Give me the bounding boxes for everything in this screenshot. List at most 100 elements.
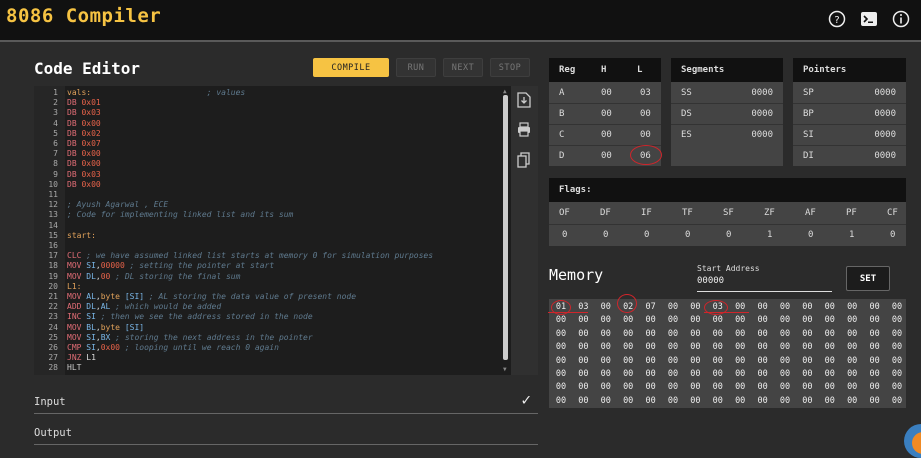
code-token: byte <box>100 292 120 301</box>
register-name: C <box>559 130 565 140</box>
scroll-up-arrow-icon[interactable]: ▲ <box>503 88 507 95</box>
memory-cell: 00 <box>869 355 880 366</box>
memory-cell: 00 <box>645 315 656 326</box>
memory-cell: 00 <box>802 369 813 379</box>
pointers-name: DI <box>803 151 814 161</box>
code-text: DB 0x00 <box>67 119 101 129</box>
row-divider <box>549 103 661 104</box>
input-section[interactable]: Input ✓ <box>34 390 538 414</box>
terminal-icon[interactable] <box>859 9 879 29</box>
editor-scrollbar[interactable]: ▲ ▼ <box>500 86 511 375</box>
next-button[interactable]: NEXT <box>443 58 483 77</box>
memory-cell: 00 <box>578 382 589 393</box>
copy-icon[interactable] <box>517 152 531 168</box>
code-editor[interactable]: 1 vals: ; values 2 DB 0x01 3 DB 0x03 4 DB 0x00 5… <box>34 86 511 375</box>
code-token: 0x01 <box>81 98 101 108</box>
line-number: 7 <box>53 149 58 159</box>
code-text: DB 0x03 <box>67 170 101 180</box>
start-address-input[interactable]: 00000 <box>697 276 832 292</box>
code-editor-title: Code Editor <box>34 59 140 78</box>
memory-cell: 00 <box>600 302 611 312</box>
memory-cell: 00 <box>869 315 880 326</box>
code-text: MOV SI,00000 ; setting the pointer at st… <box>67 261 274 271</box>
compile-button[interactable]: COMPILE <box>313 58 389 77</box>
memory-cell: 00 <box>578 342 589 353</box>
memory-cell: 00 <box>645 342 656 353</box>
set-button[interactable]: SET <box>846 266 890 291</box>
code-token: DB <box>67 159 82 169</box>
memory-cell: 00 <box>757 355 768 366</box>
memory-cell: 00 <box>891 355 903 366</box>
code-token: SI <box>86 343 96 352</box>
code-token: DB <box>67 128 82 138</box>
memory-cell: 00 <box>645 355 656 366</box>
output-section[interactable]: Output <box>34 424 538 445</box>
help-icon[interactable]: ? <box>827 9 847 29</box>
memory-cell: 00 <box>735 328 746 339</box>
line-number: 17 <box>48 251 58 261</box>
memory-cell: 00 <box>712 395 723 406</box>
memory-cell: 00 <box>735 382 746 393</box>
memory-cell: 00 <box>690 395 701 406</box>
row-divider <box>793 103 906 104</box>
memory-cell: 00 <box>667 395 679 406</box>
memory-cell: 00 <box>779 395 791 406</box>
code-token: start: <box>67 230 96 240</box>
code-text: ADD DL,AL ; which would be added <box>67 302 221 312</box>
download-icon[interactable] <box>517 92 531 108</box>
code-text: MOV BL,byte [SI] <box>67 323 144 333</box>
flag-value: 0 <box>603 230 609 240</box>
stop-button[interactable]: STOP <box>490 58 530 77</box>
flag-name: CF <box>887 208 898 218</box>
segments-panel: Segments SS 0000 DS 0000 ES 0000 <box>671 58 783 166</box>
line-number: 15 <box>48 230 58 240</box>
memory-cell: 00 <box>623 355 634 366</box>
code-token: 0x00 <box>100 343 120 352</box>
memory-cell: 00 <box>757 395 768 406</box>
memory-cell: 00 <box>757 328 768 339</box>
pointers-value: 0000 <box>874 151 896 161</box>
code-token: [SI] <box>120 322 145 332</box>
code-token: HLT <box>67 363 82 373</box>
printer-icon[interactable] <box>517 122 531 138</box>
registers-header: Reg H L <box>549 58 661 82</box>
memory-cell: 00 <box>600 355 611 366</box>
memory-cell: 00 <box>712 315 723 326</box>
memory-cell: 00 <box>847 315 858 326</box>
memory-cell: 00 <box>555 342 567 353</box>
run-button[interactable]: RUN <box>396 58 436 77</box>
line-number: 13 <box>48 210 58 220</box>
memory-cell: 00 <box>891 328 903 339</box>
code-text: CLC ; we have assumed linked list starts… <box>67 251 433 261</box>
code-token: DB <box>67 118 82 128</box>
flag-name: SF <box>723 208 734 218</box>
segments-value: 0000 <box>751 88 773 98</box>
flag-value: 0 <box>726 230 732 240</box>
info-icon[interactable] <box>891 9 911 29</box>
memory-cell: 00 <box>667 302 679 312</box>
code-text: DB 0x01 <box>67 98 101 108</box>
editor-tool-sidebar <box>511 86 538 375</box>
memory-cell: 00 <box>757 342 768 353</box>
register-value: 00 <box>601 130 612 140</box>
code-text: ; Code for implementing linked list and … <box>67 210 293 220</box>
annotation-underline-mem-7 <box>704 312 749 314</box>
line-number: 8 <box>53 159 58 169</box>
memory-cell: 00 <box>891 315 903 326</box>
register-value: 03 <box>640 88 651 98</box>
memory-cell: 00 <box>779 382 791 393</box>
flag-value: 0 <box>644 230 650 240</box>
scroll-thumb[interactable] <box>503 95 508 360</box>
code-token: DL <box>86 271 96 281</box>
segments-name: ES <box>681 130 692 140</box>
memory-cell: 00 <box>824 355 835 366</box>
memory-cell: 00 <box>779 342 791 353</box>
line-number: 28 <box>48 363 58 373</box>
line-number: 16 <box>48 241 58 250</box>
memory-cell: 00 <box>847 328 858 339</box>
scroll-down-arrow-icon[interactable]: ▼ <box>503 366 507 373</box>
memory-cell: 00 <box>802 302 813 312</box>
code-text: L1: <box>67 282 81 292</box>
code-token: 00 <box>100 271 111 281</box>
svg-text:?: ? <box>834 15 839 26</box>
